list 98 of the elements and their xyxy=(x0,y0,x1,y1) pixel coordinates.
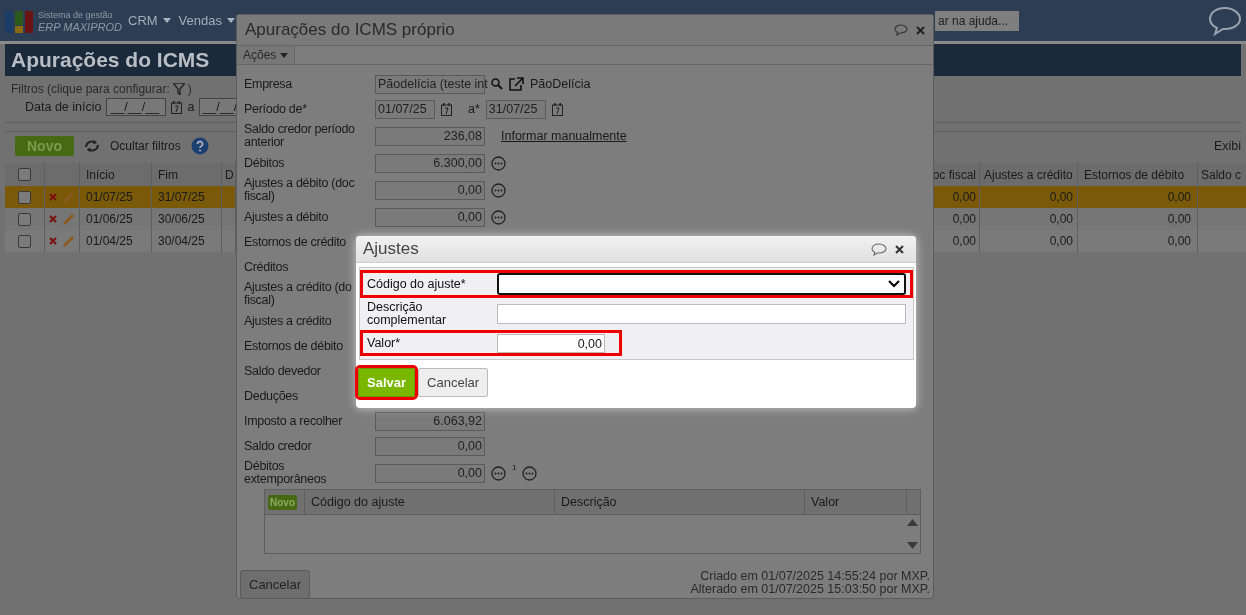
row-checkbox[interactable] xyxy=(18,190,31,204)
external-link-icon[interactable] xyxy=(509,77,524,91)
nav-menu[interactable]: Vendas xyxy=(178,13,235,28)
chevron-icon xyxy=(888,280,900,288)
scroll-down-icon[interactable] xyxy=(907,542,918,549)
column-header[interactable]: Valor xyxy=(805,490,907,514)
table-cell: 0,00 xyxy=(1078,230,1198,252)
row-checkbox[interactable] xyxy=(18,234,31,248)
row-checkbox[interactable] xyxy=(18,212,31,226)
field-label: Débitos xyxy=(244,156,286,170)
value-field[interactable]: 0,00 xyxy=(497,333,605,353)
help-search-field[interactable]: ar na ajuda... xyxy=(935,10,1019,31)
page-title: Apurações do ICMS xyxy=(11,48,210,72)
funnel-icon[interactable] xyxy=(172,83,185,95)
more-icon[interactable] xyxy=(522,465,538,481)
date-field[interactable]: __/__/__ xyxy=(106,98,167,116)
cancel-button[interactable]: Cancelar xyxy=(418,368,489,397)
chat-icon[interactable] xyxy=(1208,5,1242,36)
field-label: Data de início xyxy=(25,100,102,114)
delete-icon[interactable] xyxy=(49,193,57,201)
company-name: PãoDelícia xyxy=(530,77,591,91)
table-cell: 0,00 xyxy=(980,230,1078,252)
chat-icon[interactable] xyxy=(871,242,887,256)
filters-legend[interactable]: Filtros (clique para configurar: xyxy=(11,82,170,96)
search-icon[interactable] xyxy=(491,78,503,90)
logo-icon xyxy=(5,8,35,33)
amount-field: 6.300,00 xyxy=(375,153,485,173)
column-header[interactable]: Saldo c xyxy=(1198,163,1246,186)
save-button[interactable]: Salvar xyxy=(358,368,416,397)
caret-icon xyxy=(280,52,289,58)
cancel-button[interactable]: Cancelar xyxy=(240,570,311,599)
field-label: a* xyxy=(468,102,480,116)
field-label: Código do ajuste* xyxy=(367,277,467,291)
date-field[interactable]: 31/07/25 xyxy=(485,99,546,119)
calendar-icon[interactable] xyxy=(551,102,563,116)
field-label: Empresa xyxy=(244,77,293,91)
range-separator: a xyxy=(187,100,195,114)
field-label: Valor* xyxy=(367,336,402,350)
field-label: Saldo credor período anterior xyxy=(244,123,356,149)
amount-field: 0,00 xyxy=(375,207,485,227)
field-label: Deduções xyxy=(244,389,299,403)
more-icon[interactable] xyxy=(491,155,506,171)
caret-icon xyxy=(227,18,235,23)
footnote-mark: 1 xyxy=(512,463,517,472)
amount-field: 0,00 xyxy=(375,436,485,456)
column-header[interactable]: Código do ajuste xyxy=(305,490,555,514)
delete-icon[interactable] xyxy=(49,215,57,223)
brand-name: ERP MAXIPROD xyxy=(38,20,123,33)
field-label: Estornos de débito xyxy=(244,339,344,353)
scroll-up-icon[interactable] xyxy=(907,519,918,526)
field-label: Saldo devedor xyxy=(244,364,322,378)
amount-field: 236,08 xyxy=(375,126,485,146)
field-label: Ajustes a débito xyxy=(244,210,330,224)
amount-field: 0,00 xyxy=(375,180,485,200)
new-button[interactable]: Novo xyxy=(15,136,74,156)
field-label: Descrição complementar xyxy=(367,301,448,327)
field-label: Ajustes a crédito (do fiscal) xyxy=(244,281,353,307)
dialog-title: Ajustes xyxy=(363,239,420,259)
caret-icon xyxy=(162,18,171,23)
filters-legend-end: ) xyxy=(187,82,192,96)
brand-tagline: Sistema de gestão xyxy=(38,8,114,21)
adjustment-code-select[interactable] xyxy=(497,273,906,295)
manual-entry-link[interactable]: Informar manualmente xyxy=(501,129,627,143)
field-label: Débitos extemporâneos xyxy=(244,460,328,486)
description-field[interactable] xyxy=(497,304,906,324)
close-icon[interactable] xyxy=(895,244,904,254)
calendar-icon[interactable] xyxy=(441,102,452,116)
display-label[interactable]: Exibi xyxy=(1213,139,1241,153)
field-label: Ajustes a débito (doc fiscal) xyxy=(244,177,356,203)
date-field[interactable]: 01/07/25 xyxy=(375,99,435,119)
new-button[interactable]: Novo xyxy=(268,494,297,510)
altered-info: Alterado em 01/07/2025 15:03:50 por MXP. xyxy=(690,583,930,596)
actions-menu[interactable]: Ações xyxy=(237,46,296,64)
delete-icon[interactable] xyxy=(49,237,57,245)
table-cell: 30/04/25 xyxy=(152,230,222,252)
field-label: Créditos xyxy=(244,260,290,274)
window-title: Apurações do ICMS próprio xyxy=(245,20,456,40)
amount-field: 6.063,92 xyxy=(375,411,485,431)
calendar-icon[interactable] xyxy=(171,100,183,114)
amount-field: 0,00 xyxy=(375,463,485,483)
column-header[interactable]: Descrição xyxy=(555,490,805,514)
select-all-checkbox[interactable] xyxy=(18,168,31,181)
table-cell: 01/04/25 xyxy=(80,230,152,252)
field-label: Período de* xyxy=(244,102,308,116)
field-label: Estornos de crédito xyxy=(244,235,347,249)
more-icon[interactable] xyxy=(491,465,506,481)
more-icon[interactable] xyxy=(491,182,506,198)
field-label: Imposto a recolher xyxy=(244,414,344,428)
nav-menu[interactable]: CRM xyxy=(128,13,171,28)
created-info: Criado em 01/07/2025 14:55:24 por MXP. xyxy=(700,570,930,583)
chat-icon[interactable] xyxy=(894,24,908,36)
more-icon[interactable] xyxy=(491,209,506,225)
hide-filters-button[interactable]: Ocultar filtros xyxy=(110,139,181,153)
field-label: Ajustes a crédito xyxy=(244,314,333,328)
table-cell: 0,00 xyxy=(935,230,980,252)
help-icon[interactable] xyxy=(190,137,209,155)
refresh-icon[interactable] xyxy=(84,139,100,153)
field-label: Saldo credor xyxy=(244,439,313,453)
